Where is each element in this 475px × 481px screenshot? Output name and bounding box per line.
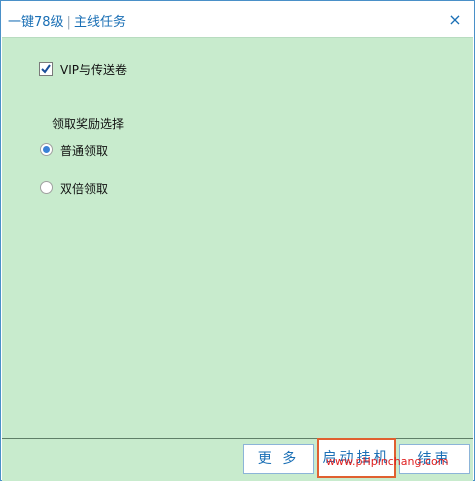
title-separator: | xyxy=(66,15,71,30)
content-panel: VIP与传送卷 领取奖励选择 普通领取 双倍领取 xyxy=(2,37,473,439)
title-sub: 主线任务 xyxy=(73,15,126,30)
radio-double-claim-label: 双倍领取 xyxy=(60,182,109,196)
reward-section-label: 领取奖励选择 xyxy=(52,117,125,131)
checkmark-icon xyxy=(41,64,51,74)
title-bar: 一键78级 | 主线任务 × xyxy=(1,1,474,37)
radio-double-claim[interactable] xyxy=(40,181,53,194)
title-main: 一键78级 xyxy=(8,15,64,30)
close-button[interactable]: × xyxy=(445,10,465,30)
radio-normal-claim-label: 普通领取 xyxy=(60,144,109,158)
close-icon: × xyxy=(448,10,462,29)
radio-normal-claim[interactable] xyxy=(40,143,53,156)
window-title: 一键78级 | 主线任务 xyxy=(8,11,126,30)
more-button[interactable]: 更 多 xyxy=(243,444,314,474)
radio-selected-dot xyxy=(43,146,50,153)
vip-label: VIP与传送卷 xyxy=(60,63,127,77)
watermark-text: www.pHpinchang.com xyxy=(326,455,449,468)
dialog-window: 一键78级 | 主线任务 × VIP与传送卷 领取奖励选择 普通领取 双倍领取 更 … xyxy=(0,0,475,481)
vip-checkbox[interactable] xyxy=(39,62,53,76)
